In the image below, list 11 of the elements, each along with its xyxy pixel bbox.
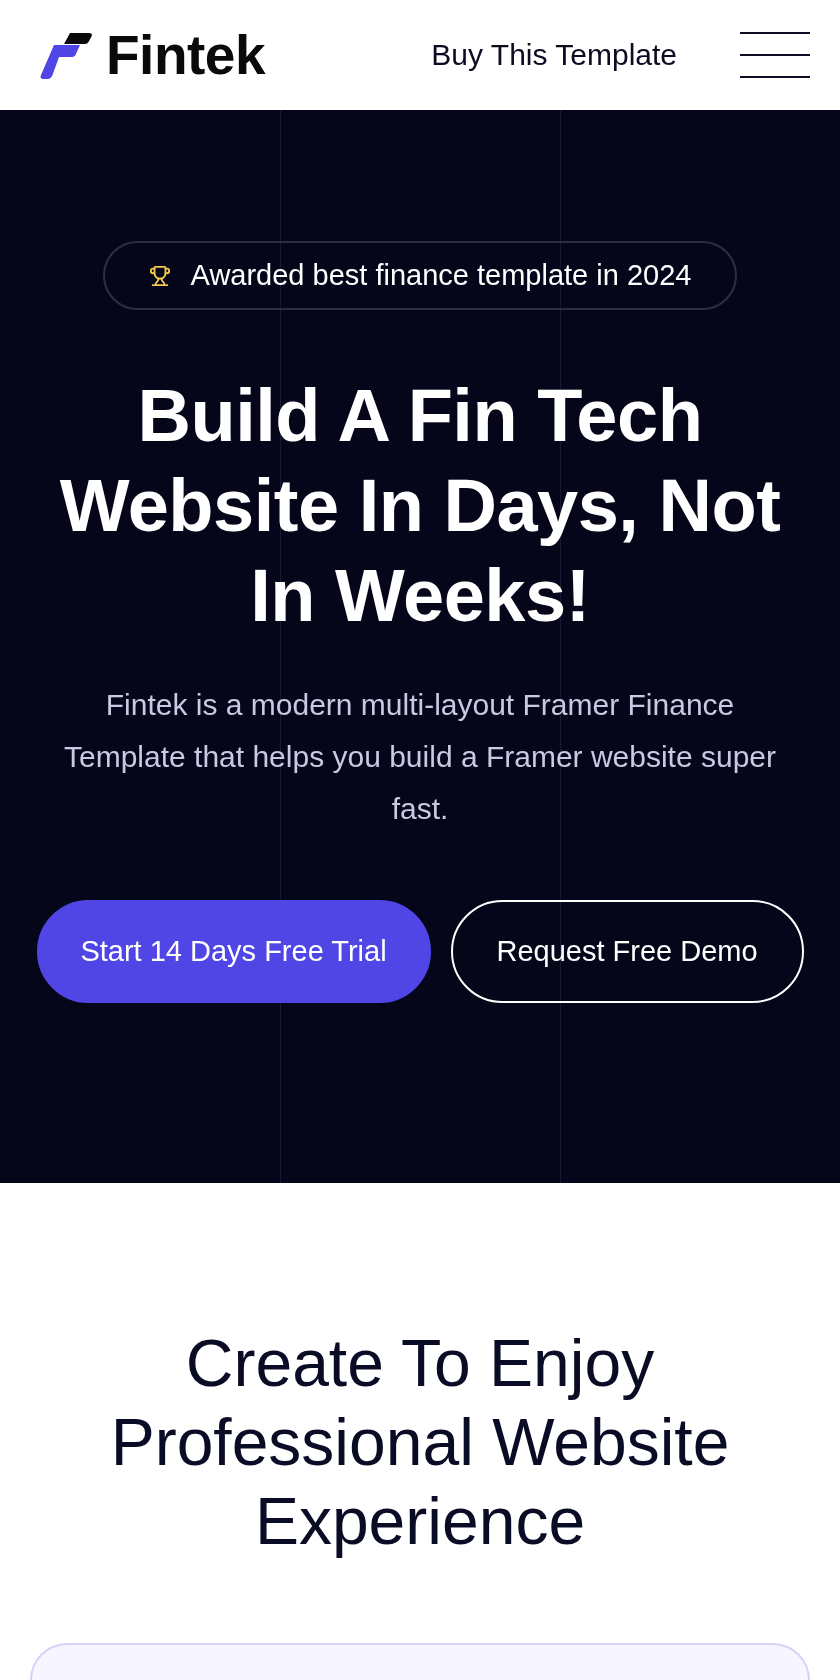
buy-template-link[interactable]: Buy This Template bbox=[431, 40, 677, 70]
brand-name[interactable]: Fintek bbox=[106, 27, 265, 83]
trophy-icon bbox=[148, 264, 171, 287]
start-trial-button[interactable]: Start 14 Days Free Trial bbox=[36, 900, 431, 1003]
section-heading: Create To Enjoy Professional Website Experience bbox=[109, 1325, 731, 1560]
menu-icon[interactable] bbox=[740, 32, 810, 78]
logo-icon bbox=[40, 31, 92, 79]
hero-headline: Build A Fin Tech Website In Days, Not In Weeks! bbox=[58, 373, 782, 639]
hero-description: Fintek is a modern multi-layout Framer Finance Template that helps you build a Framer website super fast. bbox=[63, 687, 777, 827]
badge-text: Awarded best finance template in 2024 bbox=[190, 261, 692, 290]
request-demo-button[interactable]: Request Free Demo bbox=[450, 900, 804, 1003]
